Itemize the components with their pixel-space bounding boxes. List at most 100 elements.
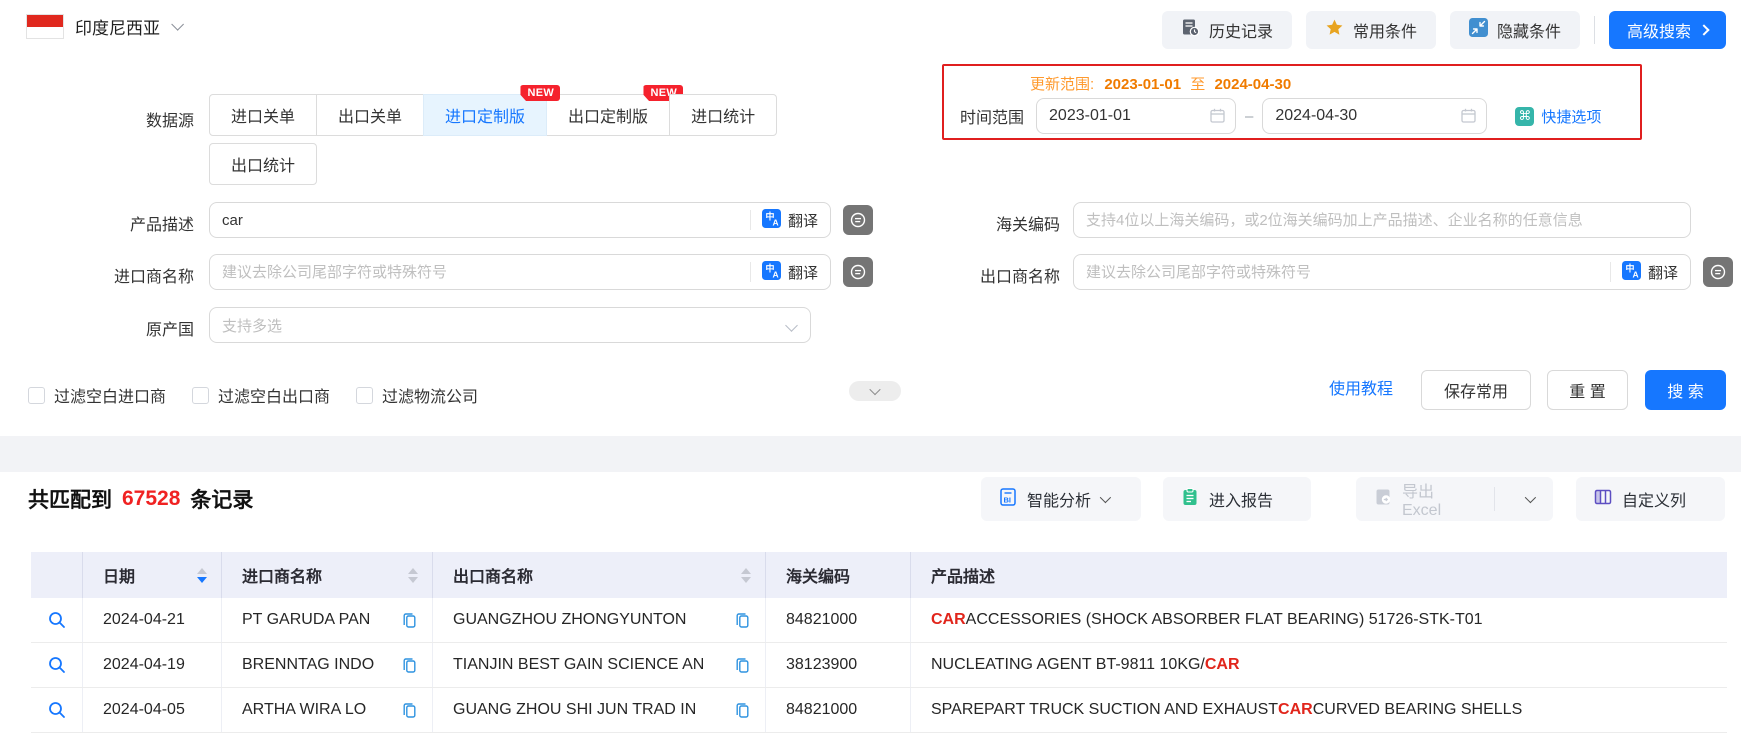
hide-conditions-button[interactable]: 隐藏条件: [1449, 11, 1580, 49]
time-range-label: 时间范围: [960, 110, 1025, 127]
date-cell: 2024-04-19: [83, 643, 222, 687]
checkbox[interactable]: [192, 386, 210, 404]
table-row: 2024-04-21 PT GARUDA PAN GUANGZHOU ZHONGYU…: [31, 598, 1727, 643]
advanced-search-button[interactable]: 高级搜索: [1608, 11, 1726, 49]
search-button[interactable]: 搜 索: [1645, 370, 1726, 410]
sort-control[interactable]: [398, 567, 418, 583]
importer-name: ARTHA WIRA LO: [242, 701, 367, 718]
checkbox[interactable]: [28, 386, 45, 404]
export-excel-button[interactable]: 导出Excel: [1356, 477, 1485, 521]
chevron-down-icon: [785, 319, 798, 332]
column-header[interactable]: 日期: [83, 552, 222, 598]
indonesia-flag-icon: [26, 14, 64, 39]
data-source-tab[interactable]: 出口定制版 NEW: [546, 85, 684, 136]
description-cell: CAR ACCESSORIES (SHOCK ABSORBER FLAT BEA…: [911, 598, 1727, 642]
description-text: SPAREPART TRUCK SUCTION AND EXHAUST: [931, 701, 1279, 718]
enter-report-button[interactable]: 进入报告: [1163, 477, 1311, 521]
reset-button[interactable]: 重 置: [1547, 370, 1628, 410]
synonym-expand-button[interactable]: [843, 205, 873, 235]
filter-label: 过滤空白进口商: [54, 389, 167, 406]
data-source-label: 数据源: [145, 113, 194, 130]
data-source-tab[interactable]: 进口关单: [209, 94, 318, 136]
hs-code-cell: 84821000: [766, 688, 911, 732]
keyword-highlight: CAR: [1204, 656, 1240, 673]
filter-checkbox-item[interactable]: 过滤空白进口商: [28, 383, 166, 407]
table-row: 2024-04-05 ARTHA WIRA LO GUANG ZHOU SHI JU…: [31, 688, 1727, 733]
copy-icon[interactable]: [734, 611, 751, 629]
filter-checkbox-item[interactable]: 过滤空白出口商: [192, 383, 330, 407]
history-label: 历史记录: [1208, 24, 1273, 41]
view-record-button[interactable]: [47, 610, 67, 630]
exporter-cell: TIANJIN BEST GAIN SCIENCE AN: [433, 643, 766, 687]
copy-icon[interactable]: [401, 656, 418, 674]
translate-icon: 中A: [761, 261, 781, 283]
save-conditions-button[interactable]: 保存常用: [1421, 370, 1531, 410]
columns-icon: [1593, 487, 1613, 512]
hs-code-cell: 84821000: [766, 598, 911, 642]
export-excel-group: 导出Excel: [1356, 477, 1553, 521]
description-cell: SPAREPART TRUCK SUCTION AND EXHAUST CAR …: [911, 688, 1727, 732]
description-cell: NUCLEATING AGENT BT-9811 10KG/CAR: [911, 643, 1727, 687]
data-source-tab[interactable]: 出口关单: [316, 94, 425, 136]
data-source-tab[interactable]: 进口定制版 NEW: [423, 85, 561, 136]
sort-asc-icon[interactable]: [197, 567, 207, 574]
synonym-expand-button[interactable]: [843, 257, 873, 287]
copy-icon[interactable]: [401, 701, 418, 719]
translate-button[interactable]: 中A 翻译: [1598, 255, 1690, 289]
column-header-label: 海关编码: [786, 569, 851, 586]
translate-button[interactable]: 中A 翻译: [738, 203, 830, 237]
start-date-input[interactable]: [1036, 98, 1237, 134]
collapse-form-button[interactable]: [849, 381, 901, 401]
update-range-start: 2023-01-01: [1104, 76, 1182, 93]
custom-columns-button[interactable]: 自定义列: [1576, 477, 1725, 521]
data-source-tab[interactable]: 进口统计: [669, 94, 778, 136]
tutorial-link[interactable]: 使用教程: [1329, 370, 1393, 410]
filter-checkbox-item[interactable]: 过滤物流公司: [356, 383, 478, 407]
divider: [1494, 487, 1496, 511]
detail-cell: [31, 688, 83, 732]
copy-icon[interactable]: [734, 656, 751, 674]
date-cell: 2024-04-21: [83, 598, 222, 642]
custom-columns-label: 自定义列: [1622, 493, 1687, 510]
sort-control[interactable]: [187, 567, 207, 583]
data-source-tab[interactable]: 出口统计: [209, 143, 318, 185]
sort-desc-icon[interactable]: [197, 576, 207, 583]
synonym-expand-button[interactable]: [1703, 257, 1733, 287]
view-record-button[interactable]: [47, 700, 67, 720]
smart-analysis-button[interactable]: BI 智能分析: [981, 477, 1141, 521]
keyword-highlight: CAR: [1278, 701, 1313, 718]
table-row: 2024-04-19 BRENNTAG INDO TIANJIN BEST GAIN…: [31, 643, 1727, 688]
origin-placeholder: 支持多选: [222, 317, 283, 335]
analysis-label: 智能分析: [1027, 493, 1092, 510]
country-selector[interactable]: 印度尼西亚: [26, 14, 184, 39]
end-date-input[interactable]: [1262, 98, 1488, 134]
results-summary: 共匹配到 67528 条记录: [28, 484, 253, 514]
view-record-button[interactable]: [47, 655, 67, 675]
analysis-icon: BI: [998, 487, 1018, 512]
quick-options-link[interactable]: ⌘ 快捷选项: [1515, 106, 1601, 127]
exporter-name: GUANG ZHOU SHI JUN TRAD IN: [453, 701, 697, 718]
column-header[interactable]: 出口商名称: [433, 552, 766, 598]
sort-desc-icon[interactable]: [408, 576, 418, 583]
export-icon: [1373, 487, 1393, 512]
origin-country-select[interactable]: 支持多选: [209, 307, 811, 343]
favorites-button[interactable]: 常用条件: [1305, 11, 1436, 49]
column-header-label: 出口商名称: [453, 569, 534, 586]
copy-icon[interactable]: [734, 701, 751, 719]
sort-control[interactable]: [731, 567, 751, 583]
sort-asc-icon[interactable]: [741, 567, 751, 574]
hs-code-cell: 38123900: [766, 643, 911, 687]
description-text: NUCLEATING AGENT BT-9811 10KG/: [931, 656, 1205, 673]
export-dropdown-button[interactable]: [1504, 477, 1553, 521]
column-header[interactable]: 进口商名称: [222, 552, 433, 598]
exporter-name: TIANJIN BEST GAIN SCIENCE AN: [453, 656, 705, 673]
new-badge: NEW: [520, 85, 561, 101]
sort-asc-icon[interactable]: [408, 567, 418, 574]
translate-button[interactable]: 中A 翻译: [738, 255, 830, 289]
hs-code-input[interactable]: [1073, 202, 1691, 238]
copy-icon[interactable]: [401, 611, 418, 629]
importer-name: PT GARUDA PAN: [242, 611, 371, 628]
history-button[interactable]: 历史记录: [1161, 11, 1292, 49]
sort-desc-icon[interactable]: [741, 576, 751, 583]
checkbox[interactable]: [356, 386, 374, 404]
